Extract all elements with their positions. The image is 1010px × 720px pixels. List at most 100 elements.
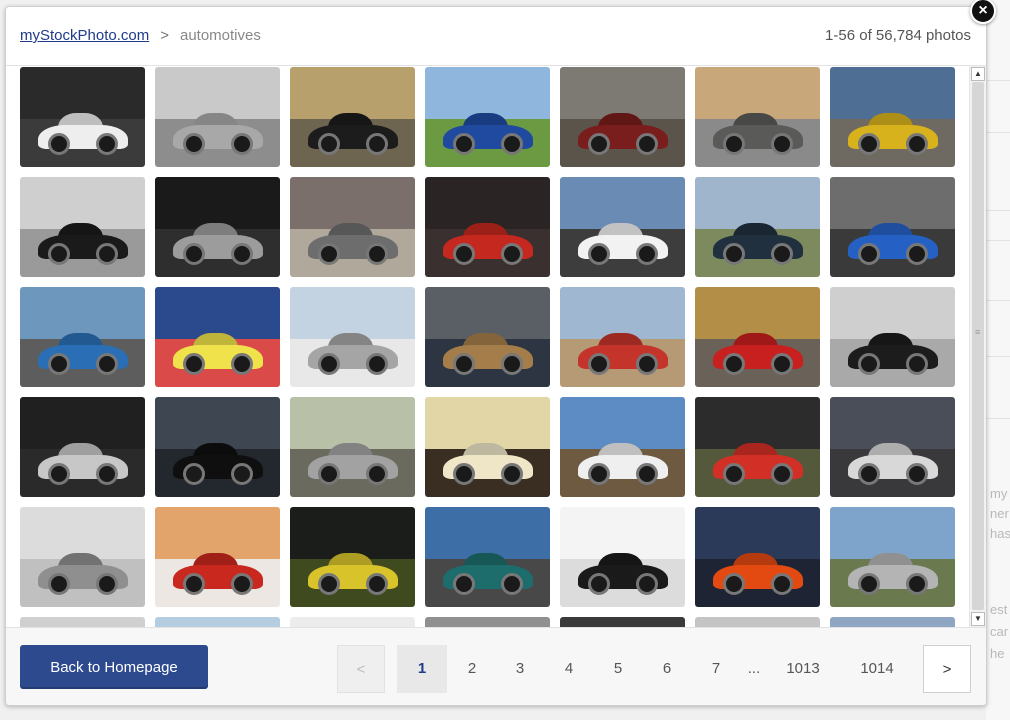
- photo-thumbnail-tractor-pull-night[interactable]: [290, 507, 415, 607]
- pagination-page[interactable]: 5: [593, 645, 643, 693]
- photo-grid-viewport: [6, 66, 968, 627]
- wheel-shape: [317, 353, 340, 375]
- photo-thumbnail-mercedes-slr-chrome[interactable]: [20, 397, 145, 497]
- photo-thumbnail-red-hummer-h1[interactable]: [155, 507, 280, 607]
- grid-scrollbar[interactable]: ▲ ≡ ▼: [969, 66, 986, 627]
- pagination-page[interactable]: 1013: [771, 645, 835, 693]
- photo-thumbnail-partial-3[interactable]: [290, 617, 415, 627]
- wheel-shape: [182, 353, 205, 375]
- wheel-shape: [365, 243, 388, 265]
- background-divider: [986, 418, 1010, 419]
- wheel-shape: [452, 463, 475, 485]
- wheel-shape: [857, 133, 880, 155]
- photo-thumbnail-bronze-sedan-building[interactable]: [425, 287, 550, 387]
- photo-thumbnail-vintage-blue-truck[interactable]: [695, 177, 820, 277]
- back-to-homepage-button[interactable]: Back to Homepage: [20, 645, 208, 689]
- pagination-page[interactable]: 4: [544, 645, 594, 693]
- photo-thumbnail-silver-gullwing-concept[interactable]: [20, 507, 145, 607]
- wheel-shape: [587, 573, 610, 595]
- photo-thumbnail-partial-6[interactable]: [695, 617, 820, 627]
- wheel-shape: [230, 353, 253, 375]
- wheel-shape: [230, 243, 253, 265]
- photo-thumbnail-blue-slk-roadster[interactable]: [830, 177, 955, 277]
- background-text: he: [990, 646, 1005, 661]
- pagination-page[interactable]: 3: [495, 645, 545, 693]
- photo-thumbnail-black-cadillac-suvs[interactable]: [830, 287, 955, 387]
- wheel-shape: [635, 353, 658, 375]
- wheel-shape: [182, 463, 205, 485]
- wheel-shape: [857, 463, 880, 485]
- photo-thumbnail-classic-white-sedan[interactable]: [560, 397, 685, 497]
- wheel-shape: [722, 353, 745, 375]
- wheel-shape: [365, 133, 388, 155]
- wheel-shape: [722, 133, 745, 155]
- wheel-shape: [500, 353, 523, 375]
- wheel-shape: [95, 573, 118, 595]
- photo-thumbnail-black-car-garage[interactable]: [155, 397, 280, 497]
- wheel-shape: [857, 243, 880, 265]
- photo-thumbnail-partial-4[interactable]: [425, 617, 550, 627]
- pagination-page[interactable]: 7: [691, 645, 741, 693]
- photo-thumbnail-orange-sports-coupe[interactable]: [695, 507, 820, 607]
- photo-thumbnail-silver-supercar-closeup[interactable]: [155, 67, 280, 167]
- wheel-shape: [317, 573, 340, 595]
- breadcrumb: myStockPhoto.com > automotives: [20, 27, 261, 45]
- photo-thumbnail-white-hatchback[interactable]: [20, 67, 145, 167]
- photo-thumbnail-motogp-rider[interactable]: [155, 287, 280, 387]
- photo-thumbnail-grey-hummer[interactable]: [695, 67, 820, 167]
- wheel-shape: [47, 243, 70, 265]
- wheel-shape: [722, 573, 745, 595]
- background-divider: [986, 356, 1010, 357]
- pagination-page[interactable]: 2: [447, 645, 497, 693]
- photo-thumbnail-slr-gullwing-silver[interactable]: [290, 287, 415, 387]
- photo-thumbnail-partial-7[interactable]: [830, 617, 955, 627]
- breadcrumb-separator: >: [160, 27, 169, 44]
- arrow-down-icon[interactable]: ▼: [971, 612, 985, 626]
- pagination-page-current[interactable]: 1: [397, 645, 447, 693]
- photo-thumbnail-blue-pickup-truck[interactable]: [20, 287, 145, 387]
- wheel-shape: [182, 133, 205, 155]
- photo-thumbnail-silver-slr-road[interactable]: [290, 397, 415, 497]
- photo-thumbnail-truck-trailer-storm[interactable]: [830, 397, 955, 497]
- photo-thumbnail-partial-5[interactable]: [560, 617, 685, 627]
- photo-thumbnail-f1-mclaren-showroom[interactable]: [425, 177, 550, 277]
- photo-thumbnail-art-deco-silver-car[interactable]: [290, 177, 415, 277]
- wheel-shape: [452, 243, 475, 265]
- photo-thumbnail-suvs-offroad-dust[interactable]: [560, 287, 685, 387]
- pagination-next-button[interactable]: >: [923, 645, 971, 693]
- photo-thumbnail-vintage-black-car[interactable]: [290, 67, 415, 167]
- pagination-page[interactable]: 1014: [845, 645, 909, 693]
- scrollbar-thumb[interactable]: ≡: [972, 82, 984, 610]
- pagination-page[interactable]: 6: [642, 645, 692, 693]
- modal-header: myStockPhoto.com > automotives 1-56 of 5…: [6, 7, 986, 66]
- photo-thumbnail-blue-suv[interactable]: [425, 67, 550, 167]
- background-text: ner: [990, 506, 1009, 521]
- photo-thumbnail-black-coupe-desert[interactable]: [20, 177, 145, 277]
- background-divider: [986, 80, 1010, 81]
- wheel-shape: [95, 463, 118, 485]
- background-text: est: [990, 602, 1008, 617]
- wheel-shape: [722, 463, 745, 485]
- photo-thumbnail-silver-suv-road[interactable]: [830, 507, 955, 607]
- breadcrumb-current-category: automotives: [179, 27, 261, 44]
- photo-thumbnail-green-semi-truck[interactable]: [425, 507, 550, 607]
- wheel-shape: [317, 243, 340, 265]
- pagination: < 1 2 3 4 5 6 7 ... 1013 1014 >: [337, 645, 971, 693]
- photo-thumbnail-yellow-jeep-offroad[interactable]: [830, 67, 955, 167]
- photo-thumbnail-black-race-car-white[interactable]: [560, 507, 685, 607]
- photo-thumbnail-cream-sports-car-closeup[interactable]: [425, 397, 550, 497]
- pagination-prev-button[interactable]: <: [337, 645, 385, 693]
- breadcrumb-home-link[interactable]: myStockPhoto.com: [20, 27, 149, 45]
- background-text: has: [990, 526, 1010, 541]
- photo-thumbnail-audi-r8-silver[interactable]: [155, 177, 280, 277]
- photo-thumbnail-partial-1[interactable]: [20, 617, 145, 627]
- arrow-up-icon[interactable]: ▲: [971, 67, 985, 81]
- photo-thumbnail-red-volvo-sedan[interactable]: [560, 67, 685, 167]
- photo-thumbnail-white-supercars-trees[interactable]: [560, 177, 685, 277]
- photo-thumbnail-f1-cars-track[interactable]: [695, 397, 820, 497]
- wheel-shape: [500, 243, 523, 265]
- wheel-shape: [905, 573, 928, 595]
- photo-thumbnail-red-bmw-road[interactable]: [695, 287, 820, 387]
- wheel-shape: [182, 243, 205, 265]
- photo-thumbnail-partial-2[interactable]: [155, 617, 280, 627]
